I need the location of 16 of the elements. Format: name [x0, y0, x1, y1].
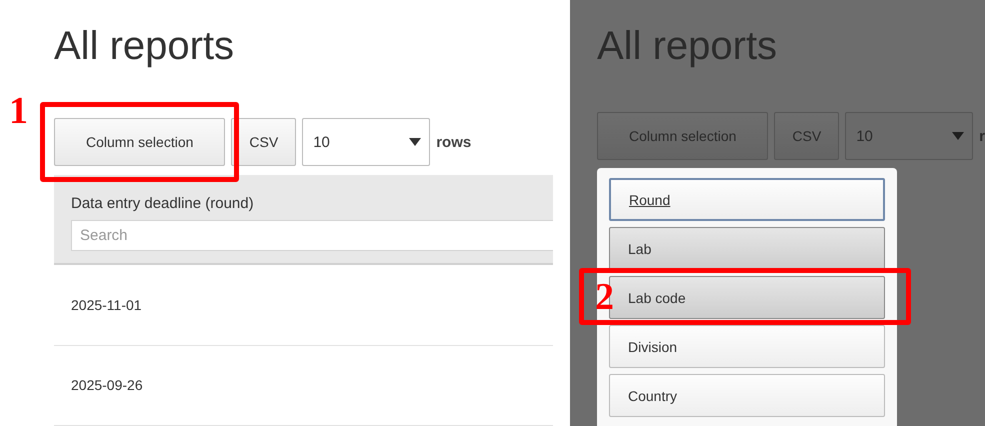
caret-icon: [952, 132, 964, 140]
column-selection-button[interactable]: Column selection: [54, 118, 226, 166]
column-option[interactable]: Lab: [609, 227, 885, 270]
column-option[interactable]: Country: [609, 374, 885, 417]
step-number: 1: [9, 92, 28, 130]
csv-button[interactable]: CSV: [231, 118, 296, 166]
rows-select[interactable]: 10: [302, 118, 430, 166]
column-option[interactable]: Round: [609, 178, 885, 221]
rows-label: r: [979, 128, 985, 144]
column-header: Data entry deadline (round): [71, 195, 255, 212]
search-field[interactable]: Search: [71, 220, 553, 251]
caret-icon: [409, 138, 422, 146]
page-title: All reports: [54, 23, 236, 70]
page-title: All reports: [597, 23, 778, 70]
column-option[interactable]: Division: [609, 325, 885, 368]
rows-label: rows: [436, 134, 472, 150]
